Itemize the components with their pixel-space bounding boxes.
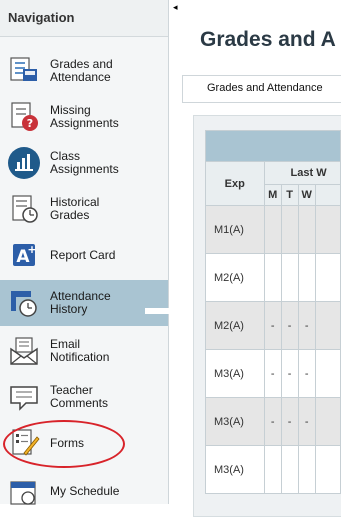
grades-attendance-icon xyxy=(6,53,42,89)
exp-cell[interactable]: M2(A) xyxy=(205,301,265,350)
table-row: M2(A) xyxy=(205,253,341,302)
breadcrumb-tab[interactable]: Grades and Attendance xyxy=(182,75,341,103)
historical-grades-icon xyxy=(6,191,42,227)
sidebar-item-missing-assignments[interactable]: ? Missing Assignments xyxy=(0,94,168,140)
teacher-comments-icon xyxy=(6,379,42,415)
table-row: M1(A) xyxy=(205,205,341,254)
exp-cell[interactable]: M1(A) xyxy=(205,205,265,254)
sidebar-item-label: Teacher Comments xyxy=(50,383,109,410)
class-assignments-icon xyxy=(6,145,42,181)
exp-cell[interactable]: M3(A) xyxy=(205,397,265,446)
exp-column-header: Exp xyxy=(205,161,265,206)
sidebar-item-report-card[interactable]: A + Report Card xyxy=(0,232,168,278)
sidebar-item-grades-and-attendance[interactable]: Grades and Attendance xyxy=(0,48,168,94)
table-row: M2(A) - - - xyxy=(205,301,341,350)
table-header-band xyxy=(205,130,341,162)
attendance-cell xyxy=(297,445,316,494)
breadcrumb-label: Grades and Attendance xyxy=(207,82,323,94)
sidebar-item-attendance-history[interactable]: Attendance History xyxy=(0,280,168,326)
sidebar-item-label: Attendance History xyxy=(50,289,111,316)
day-header: M xyxy=(263,184,282,206)
attendance-cell xyxy=(297,253,316,302)
sidebar-item-label: Historical Grades xyxy=(50,195,100,222)
navigation-sidebar: Navigation Grades and Attendance ? Missi… xyxy=(0,0,177,505)
sidebar-item-teacher-comments[interactable]: Teacher Comments xyxy=(0,374,168,420)
exp-cell[interactable]: M3(A) xyxy=(205,445,265,494)
page-title: Grades and A xyxy=(200,28,336,51)
sidebar-item-historical-grades[interactable]: Historical Grades xyxy=(0,186,168,232)
sidebar-item-label: Email Notification xyxy=(50,337,110,364)
svg-text:?: ? xyxy=(27,117,33,130)
table-row: M3(A) - - - xyxy=(205,397,341,446)
sidebar-item-my-schedule[interactable]: My Schedule xyxy=(0,468,168,514)
sidebar-item-label: Report Card xyxy=(50,247,116,262)
attendance-cell xyxy=(297,205,316,254)
attendance-cell: - xyxy=(297,397,316,446)
table-row: M3(A) xyxy=(205,445,341,494)
svg-text:+: + xyxy=(27,243,36,256)
navigation-heading: Navigation xyxy=(0,0,168,37)
attendance-cell: - xyxy=(263,349,282,398)
grades-attendance-table: Exp Last W M T W M1(A) M2(A) M2(A) - - -… xyxy=(205,130,341,494)
collapse-sidebar-icon[interactable]: ◂ xyxy=(173,0,179,14)
attendance-cell: - xyxy=(280,349,299,398)
sidebar-item-email-notification[interactable]: Email Notification xyxy=(0,328,168,374)
sidebar-item-class-assignments[interactable]: Class Assignments xyxy=(0,140,168,186)
report-card-icon: A + xyxy=(6,237,42,273)
forms-highlight-circle xyxy=(3,420,125,468)
email-notification-icon xyxy=(6,333,42,369)
sidebar-item-label: Grades and Attendance xyxy=(50,57,113,84)
attendance-cell: - xyxy=(297,349,316,398)
missing-assignments-icon: ? xyxy=(6,99,42,135)
day-header: W xyxy=(297,184,316,206)
attendance-cell xyxy=(280,253,299,302)
attendance-cell xyxy=(263,205,282,254)
attendance-cell: - xyxy=(280,301,299,350)
exp-cell[interactable]: M2(A) xyxy=(205,253,265,302)
attendance-cell xyxy=(263,445,282,494)
sidebar-item-label: Missing Assignments xyxy=(50,103,119,130)
attendance-cell xyxy=(263,253,282,302)
table-row: M3(A) - - - xyxy=(205,349,341,398)
attendance-cell xyxy=(280,205,299,254)
attendance-cell: - xyxy=(263,301,282,350)
sidebar-item-label: Class Assignments xyxy=(50,149,119,176)
attendance-cell: - xyxy=(280,397,299,446)
exp-cell[interactable]: M3(A) xyxy=(205,349,265,398)
active-item-pointer xyxy=(145,308,177,314)
attendance-cell: - xyxy=(263,397,282,446)
attendance-history-icon xyxy=(6,285,42,321)
attendance-cell xyxy=(280,445,299,494)
attendance-cell: - xyxy=(297,301,316,350)
day-header-overflow xyxy=(314,184,341,206)
sidebar-item-label: My Schedule xyxy=(50,483,120,498)
day-header: T xyxy=(280,184,299,206)
last-week-header: Last W xyxy=(263,161,341,185)
